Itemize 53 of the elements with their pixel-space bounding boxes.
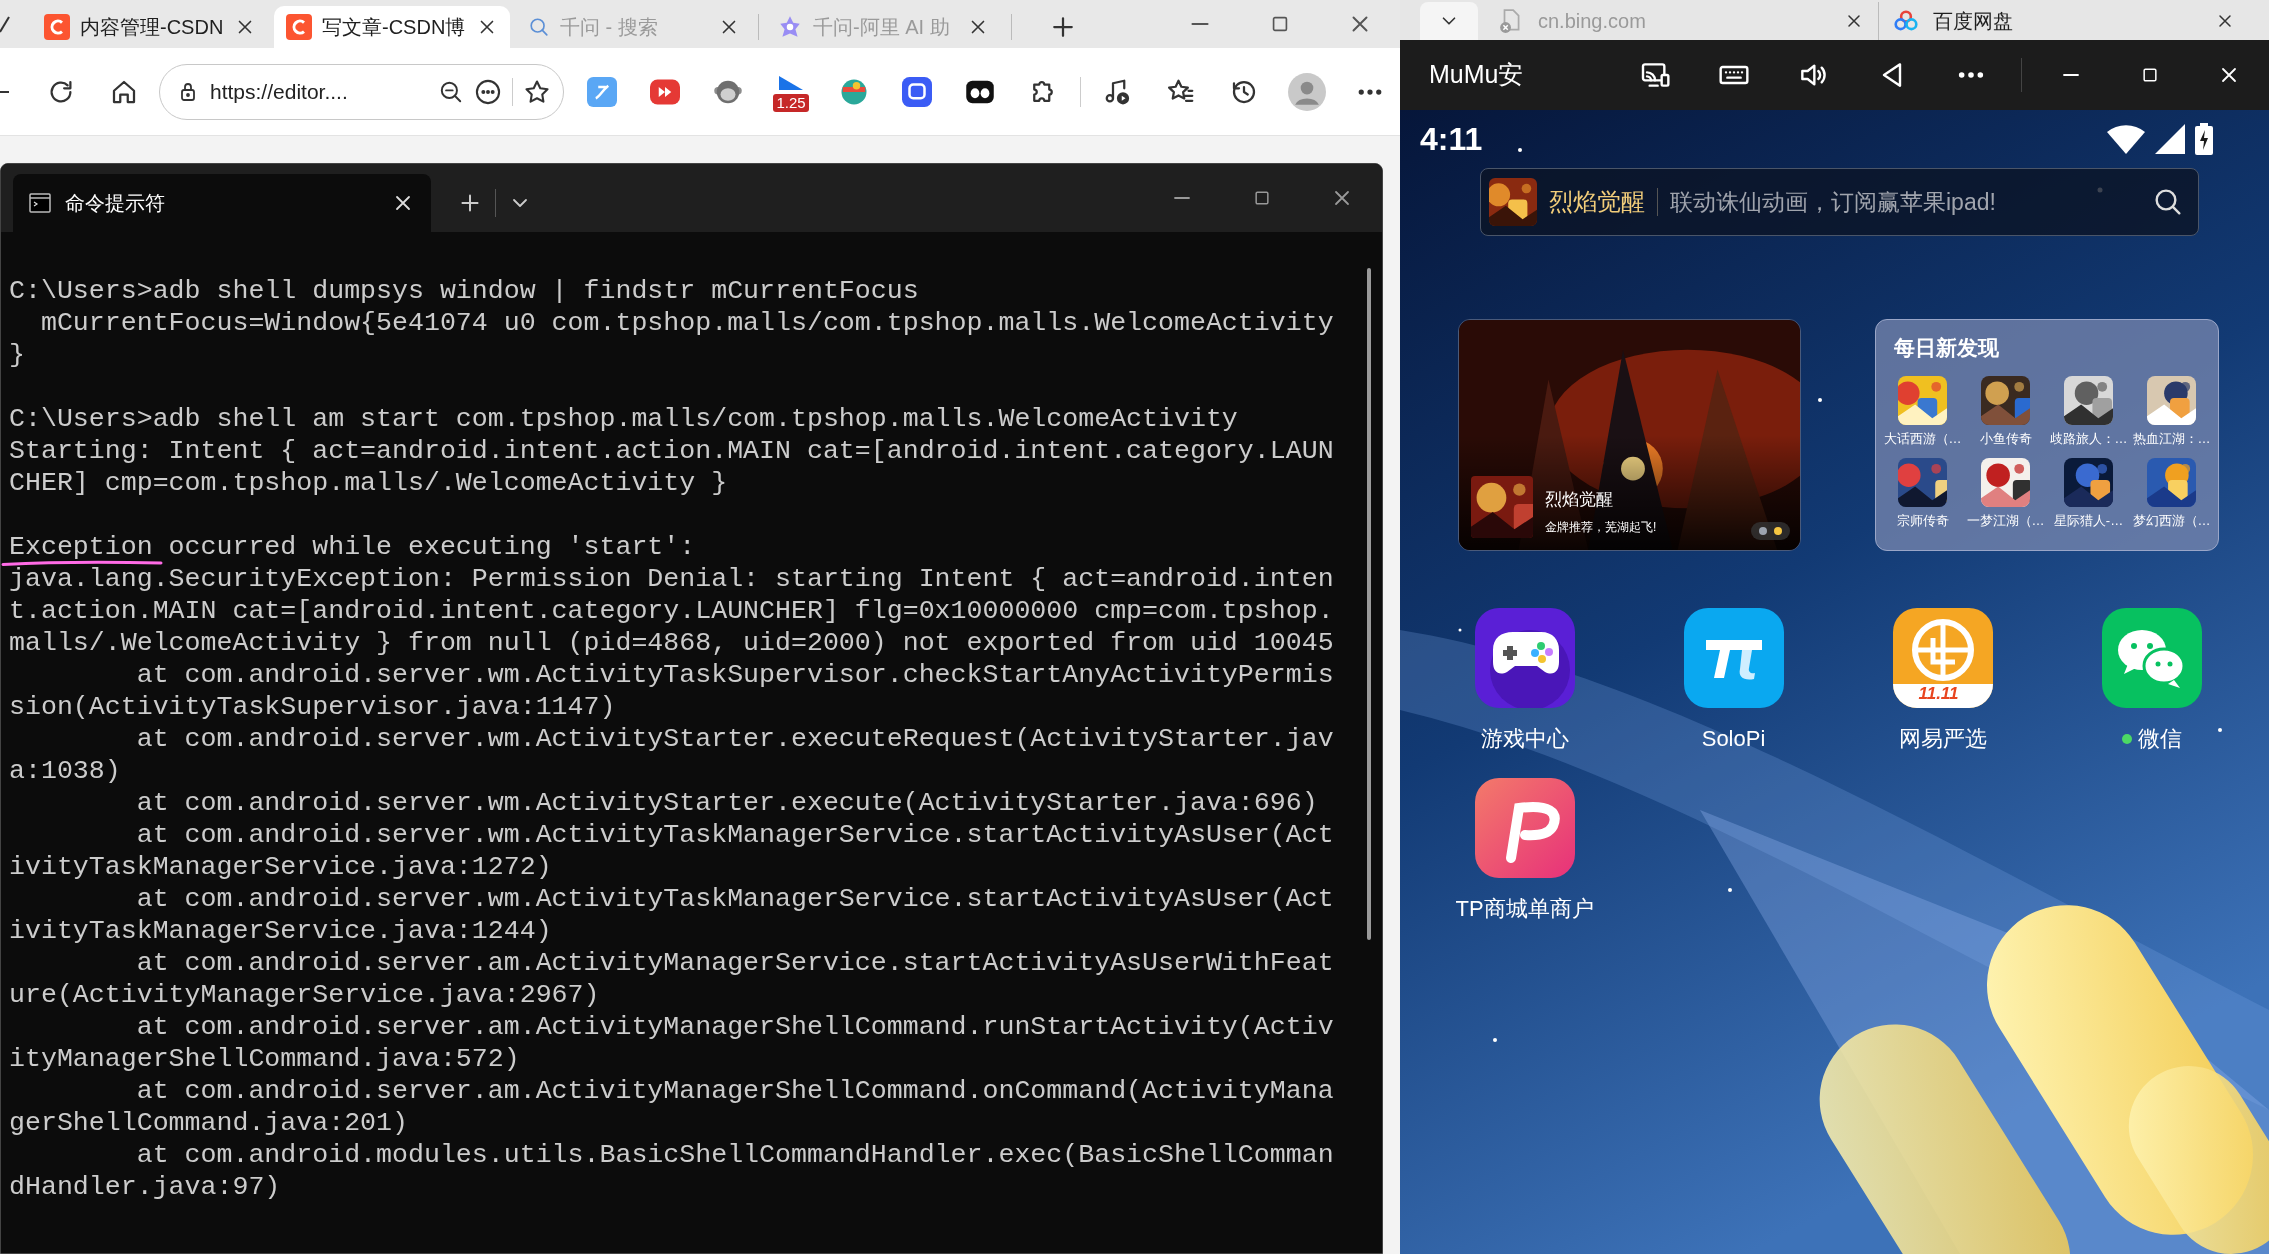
square-app-icon[interactable] xyxy=(902,76,932,107)
terminal-line: ivityTaskManagerService.java:1244) xyxy=(9,918,552,944)
console-icon xyxy=(29,193,51,213)
terminal-line: CHER] cmp=com.tpshop.malls/.WelcomeActivity } xyxy=(9,470,728,496)
browser-tab[interactable]: 百度网盘 xyxy=(1879,2,2249,40)
terminal-line: malls/.WelcomeActivity } from null (pid=4868, uid=2000) not exported from uid 10045 xyxy=(9,630,1334,656)
window-title: MuMu安 xyxy=(1429,59,1525,91)
terminal-line: a:1038) xyxy=(9,758,121,784)
browser-tab[interactable]: 内容管理-CSDN xyxy=(32,6,268,48)
terminal-line: mCurrentFocus=Window{5e41074 u0 com.tpshop.malls/com.tpshop.malls.WelcomeActivity xyxy=(39,310,1334,336)
terminal-line: at com.android.server.wm.ActivityTaskSupervisor.checkStartAnyActivityPermis xyxy=(135,662,1334,688)
swirl-app-icon[interactable] xyxy=(587,76,617,107)
more-options-icon[interactable] xyxy=(474,77,502,106)
site-logo-icon xyxy=(44,14,70,40)
tab-title: 百度网盘 xyxy=(1933,9,2014,34)
terminal-line: Starting: Intent { act=android.intent.action.MAIN cat=[android.intent.category.LAUN xyxy=(9,438,1334,464)
tab-title: 千问-阿里 AI 助 xyxy=(813,15,951,40)
terminal-line: ityManagerShellCommand.java:572) xyxy=(9,1046,520,1072)
terminal-line: gerShellCommand.java:201) xyxy=(9,1110,408,1136)
terminal-line: at com.android.server.am.ActivityManagerService.startActivityAsUserWithFeat xyxy=(135,950,1334,976)
avatar-icon[interactable] xyxy=(1288,72,1326,111)
terminal-line: at com.android.server.wm.ActivityTaskManagerService.startActivityAsUser(Act xyxy=(135,886,1334,912)
tab-title: cn.bing.com xyxy=(1538,9,1647,34)
tab-title: 写文章-CSDN博 xyxy=(322,15,466,40)
terminal-line: sion(ActivityTaskSupervisor.java:1147) xyxy=(9,694,616,720)
tab-title: 命令提示符 xyxy=(65,191,166,216)
terminal-line: at com.android.server.wm.ActivityStarter.executeRequest(ActivityStarter.jav xyxy=(135,726,1334,752)
terminal-line: at com.android.server.am.ActivityManagerShellCommand.onCommand(ActivityMana xyxy=(135,1078,1334,1104)
maximize-icon[interactable] xyxy=(1252,188,1272,208)
terminal-line: at com.android.server.wm.ActivityTaskManagerService.startActivityAsUser(Act xyxy=(135,822,1334,848)
terminal-line: t.action.MAIN cat=[android.intent.category.LAUNCHER] flg=0x10000000 cmp=com.tpshop. xyxy=(9,598,1334,624)
terminal-line: ure(ActivityManagerService.java:2967) xyxy=(9,982,600,1008)
tab-title: 千问 - 搜索 xyxy=(560,15,659,40)
slash-icon[interactable] xyxy=(0,14,10,34)
terminal-tab[interactable]: 命令提示符 xyxy=(13,174,431,232)
search-icon xyxy=(528,16,550,38)
tab-title: 内容管理-CSDN xyxy=(80,15,224,40)
url-text: https://editor.... xyxy=(210,78,349,105)
terminal-line: ivityTaskManagerService.java:1272) xyxy=(9,854,552,880)
terminal-line: at com.android.server.am.ActivityManagerShellCommand.runStartActivity(Activ xyxy=(135,1014,1334,1040)
scrollbar-thumb[interactable] xyxy=(1367,268,1371,940)
terminal-line: at com.android.server.wm.ActivityStarter.execute(ActivityStarter.java:696) xyxy=(135,790,1318,816)
terminal-line: java.lang.SecurityException: Permission Denial: starting Intent { act=android.inten xyxy=(9,566,1334,592)
terminal-line: dHandler.java:97) xyxy=(9,1174,281,1200)
terminal-line: C:\Users>adb shell am start com.tpshop.malls/com.tpshop.malls.WelcomeActivity xyxy=(9,406,1238,432)
terminal-line: at com.android.modules.utils.BasicShellCommandHandler.exec(BasicShellComman xyxy=(135,1142,1334,1168)
browser-tab[interactable]: 写文章-CSDN博 xyxy=(274,6,510,48)
terminal-line: Exception occurred while executing 'start': xyxy=(9,534,696,560)
terminal-line: C:\Users>adb shell dumpsys window | findstr mCurrentFocus xyxy=(9,278,919,304)
play-app-icon[interactable] xyxy=(650,78,680,105)
count-badge: 1.25 xyxy=(773,93,809,112)
site-logo-icon xyxy=(286,14,312,40)
terminal-line: } xyxy=(9,342,25,368)
